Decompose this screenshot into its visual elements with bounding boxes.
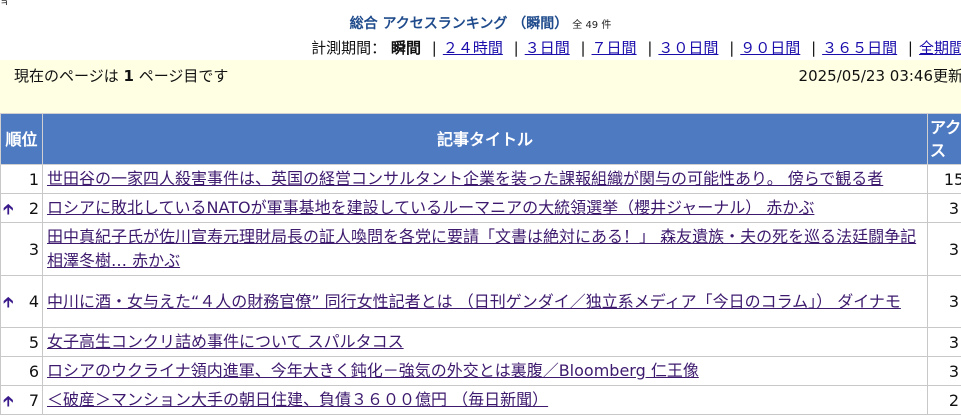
period-link-3d[interactable]: ３日間 — [525, 39, 570, 57]
period-current: 瞬間 — [390, 39, 421, 57]
table-row: 🡱 7 ＜破産＞マンション大手の朝日住建、負債３６００億円 （毎日新聞） 2 — [0, 385, 961, 415]
updated-timestamp: 2025/05/23 03:46更新 — [798, 67, 961, 85]
header-title: 記事タイトル — [42, 113, 929, 165]
table-header-row: 順位 記事タイトル アクセス — [0, 113, 961, 165]
period-label: 計測期間： — [311, 39, 387, 57]
article-title-link[interactable]: ロシアに敗北しているNATOが軍事基地を建設しているルーマニアの大統領選挙（櫻井… — [47, 198, 814, 217]
current-page-text: 現在のページは 1 ページ目です — [14, 67, 229, 85]
rank-change-cell: 🡱 — [0, 275, 16, 328]
table-row: 6 ロシアのウクライナ領内進軍、今年大きく鈍化－強気の外交とは裏腹／Bloombe… — [0, 356, 961, 386]
rank-up-arrow-icon: 🡱 — [2, 293, 14, 311]
period-selector: 計測期間： 瞬間 | ２４時間 | ３日間 | ７日間 | ３０日間 | ９０日間 | ３６… — [311, 37, 961, 58]
table-row: 5 女子高生コンクリ詰め事件について スパルタコス 3 — [0, 327, 961, 357]
access-count: 2 — [927, 385, 961, 415]
article-title-link[interactable]: 田中真紀子氏が佐川宣寿元理財局長の証人喚問を各党に要請「文書は絶対にある！」 森… — [47, 227, 916, 270]
table-row: 🡱 4 中川に酒・女与えた“４人の財務官僚” 同行女性記者とは （日刊ゲンダイ／独立… — [0, 275, 961, 328]
rank-change-cell: 🡱 — [0, 193, 16, 223]
access-count: 3 — [927, 275, 961, 328]
article-title-link[interactable]: ＜破産＞マンション大手の朝日住建、負債３６００億円 （毎日新聞） — [47, 390, 548, 409]
access-count: 3 — [927, 356, 961, 386]
table-row: 🡱 2 ロシアに敗北しているNATOが軍事基地を建設しているルーマニアの大統領選挙（… — [0, 193, 961, 223]
header-access: アクセス — [927, 113, 961, 165]
rank-change-cell: 🡱 — [0, 385, 16, 415]
period-link-30d[interactable]: ３０日間 — [658, 39, 718, 57]
page-title: 総合 アクセスランキング （瞬間）全 49 件 — [0, 13, 961, 33]
article-title-cell: 田中真紀子氏が佐川宣寿元理財局長の証人喚問を各党に要請「文書は絶対にある！」 森… — [42, 222, 929, 276]
current-page-number: 1 — [123, 67, 134, 85]
article-title-link[interactable]: 女子高生コンクリ詰め事件について スパルタコス — [47, 332, 404, 351]
rank-number: 5 — [15, 327, 44, 357]
rank-number: 1 — [15, 164, 44, 194]
access-count: 15 — [927, 164, 961, 194]
period-link-all[interactable]: 全期間 — [919, 39, 961, 57]
access-count: 3 — [927, 327, 961, 357]
corner-glyph: ㅋ — [0, 0, 9, 9]
period-link-24h[interactable]: ２４時間 — [443, 39, 503, 57]
access-count: 3 — [927, 222, 961, 276]
article-title-cell: 女子高生コンクリ詰め事件について スパルタコス — [42, 327, 929, 357]
table-row: 1 世田谷の一家四人殺害事件は、英国の経営コンサルタント企業を装った課報組織が関与… — [0, 164, 961, 194]
rank-number: 3 — [15, 222, 44, 276]
rank-number: 2 — [15, 193, 44, 223]
page-info-bar: 現在のページは 1 ページ目です 2025/05/23 03:46更新 — [0, 60, 961, 113]
article-title-cell: ＜破産＞マンション大手の朝日住建、負債３６００億円 （毎日新聞） — [42, 385, 929, 415]
article-title-cell: 世田谷の一家四人殺害事件は、英国の経営コンサルタント企業を装った課報組織が関与の… — [42, 164, 929, 194]
rank-change-cell — [0, 164, 16, 194]
article-title-cell: ロシアのウクライナ領内進軍、今年大きく鈍化－強気の外交とは裏腹／Bloomber… — [42, 356, 929, 386]
access-count: 3 — [927, 193, 961, 223]
header-rank: 順位 — [0, 113, 44, 165]
total-count: 全 49 件 — [572, 20, 612, 31]
rank-number: 7 — [15, 385, 44, 415]
article-title-link[interactable]: 世田谷の一家四人殺害事件は、英国の経営コンサルタント企業を装った課報組織が関与の… — [47, 169, 883, 188]
rank-change-cell — [0, 327, 16, 357]
rank-number: 4 — [15, 275, 44, 328]
rank-up-arrow-icon: 🡱 — [2, 199, 14, 218]
table-row: 3 田中真紀子氏が佐川宣寿元理財局長の証人喚問を各党に要請「文書は絶対にある！」 … — [0, 222, 961, 276]
period-link-365d[interactable]: ３６５日間 — [822, 39, 897, 57]
rank-change-cell — [0, 222, 16, 276]
article-title-link[interactable]: 中川に酒・女与えた“４人の財務官僚” 同行女性記者とは （日刊ゲンダイ／独立系メ… — [47, 292, 901, 311]
rank-number: 6 — [15, 356, 44, 386]
ranking-table: 順位 記事タイトル アクセス 1世田谷の一家四人殺害事件は、英国の経営コンサルタ… — [0, 113, 961, 415]
article-title-link[interactable]: ロシアのウクライナ領内進軍、今年大きく鈍化－強気の外交とは裏腹／Bloomber… — [47, 361, 699, 380]
ranking-title: 総合 アクセスランキング （瞬間） — [349, 16, 569, 32]
article-title-cell: 中川に酒・女与えた“４人の財務官僚” 同行女性記者とは （日刊ゲンダイ／独立系メ… — [42, 275, 929, 328]
period-link-7d[interactable]: ７日間 — [592, 39, 637, 57]
period-link-90d[interactable]: ９０日間 — [740, 39, 800, 57]
rank-change-cell — [0, 356, 16, 386]
article-title-cell: ロシアに敗北しているNATOが軍事基地を建設しているルーマニアの大統領選挙（櫻井… — [42, 193, 929, 223]
rank-up-arrow-icon: 🡱 — [2, 391, 14, 410]
